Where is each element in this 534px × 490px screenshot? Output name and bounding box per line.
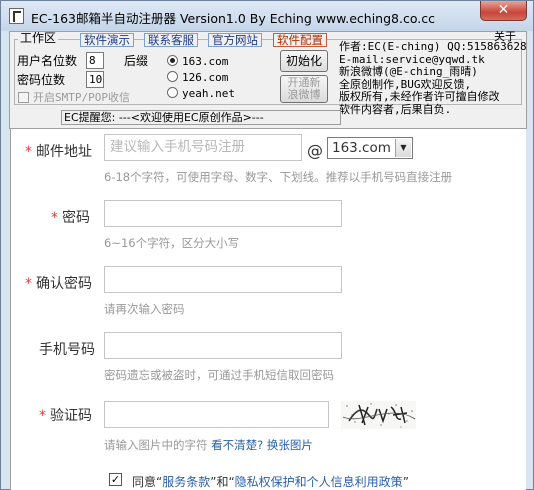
phone-label: 手机号码 bbox=[39, 342, 95, 358]
captcha-input[interactable] bbox=[104, 401, 329, 428]
username-digits-label: 用户名位数 bbox=[17, 54, 78, 68]
smtp-checkbox[interactable] bbox=[18, 92, 29, 103]
suffix-option-126: 126.com bbox=[182, 71, 229, 84]
agreement-text: 同意“服务条款”和“隐私权保护和个人信息利用政策” bbox=[132, 473, 409, 490]
password-hint: 6~16个字符，区分大小写 bbox=[104, 236, 240, 250]
weibo-button[interactable]: 开通新 浪微博 bbox=[280, 75, 328, 103]
suffix-radio-yeah[interactable] bbox=[167, 87, 178, 98]
email-label-text: 邮件地址 bbox=[36, 144, 92, 160]
suffix-label: 后缀 bbox=[124, 54, 149, 68]
confirm-password-label-text: 确认密码 bbox=[36, 276, 92, 292]
captcha-unclear-link[interactable]: 看不清楚? bbox=[211, 438, 263, 452]
tab-software-config[interactable]: 软件配置 bbox=[273, 33, 327, 47]
password-label-text: 密码 bbox=[62, 210, 90, 226]
info-line: 新浪微博(@E-ching_雨晴) bbox=[339, 65, 478, 79]
captcha-change-link[interactable]: 换张图片 bbox=[267, 438, 313, 452]
captcha-image[interactable] bbox=[341, 401, 416, 429]
email-label: * 邮件地址 bbox=[25, 141, 92, 161]
info-line: 软件内容者,后果自负. bbox=[339, 102, 452, 116]
title-bar[interactable]: EC-163邮箱半自动注册器 Version1.0 By Eching www.… bbox=[1, 1, 533, 31]
suffix-radio-163[interactable] bbox=[167, 55, 178, 66]
chevron-down-icon[interactable]: ▼ bbox=[395, 139, 411, 157]
info-line: 作者:EC(E-ching) QQ:515863628 bbox=[339, 40, 527, 53]
password-digits-input[interactable]: 10 bbox=[86, 71, 104, 88]
app-icon bbox=[9, 8, 24, 24]
phone-hint: 密码遗忘或被盗时，可通过手机短信取回密码 bbox=[104, 368, 334, 382]
required-mark: * bbox=[25, 276, 32, 292]
required-mark: * bbox=[39, 408, 46, 424]
author-info: 作者:EC(E-ching) QQ:515863628 E-mail:servi… bbox=[339, 40, 527, 117]
at-sign: @ bbox=[307, 141, 323, 160]
password-digits-label: 密码位数 bbox=[17, 73, 66, 87]
tab-contact-support[interactable]: 联系客服 bbox=[144, 33, 198, 47]
suffix-option-163: 163.com bbox=[182, 55, 229, 68]
username-digits-input[interactable]: 8 bbox=[86, 52, 104, 69]
notice-bar: EC提醒您: ---<欢迎使用EC原创作品>--- bbox=[61, 110, 341, 125]
agreement-prefix: 同意“ bbox=[132, 475, 163, 489]
confirm-password-input[interactable] bbox=[104, 266, 342, 293]
app-window: EC-163邮箱半自动注册器 Version1.0 By Eching www.… bbox=[0, 0, 534, 490]
weibo-button-line2: 浪微博 bbox=[287, 88, 321, 101]
email-domain-select[interactable]: 163.com ▼ bbox=[327, 137, 413, 159]
captcha-label: * 验证码 bbox=[39, 405, 92, 425]
terms-link[interactable]: 服务条款 bbox=[162, 475, 210, 489]
suffix-option-yeah: yeah.net bbox=[182, 87, 235, 100]
tab-software-demo[interactable]: 软件演示 bbox=[80, 33, 134, 47]
agreement-checkbox[interactable]: ✓ bbox=[109, 473, 122, 486]
password-input[interactable] bbox=[104, 200, 342, 227]
password-label: * 密码 bbox=[51, 207, 90, 227]
window-title: EC-163邮箱半自动注册器 Version1.0 By Eching www.… bbox=[31, 11, 435, 26]
workspace-group-title: 工作区 bbox=[18, 31, 59, 45]
init-button[interactable]: 初始化 bbox=[280, 50, 328, 72]
required-mark: * bbox=[25, 144, 32, 160]
suffix-radio-126[interactable] bbox=[167, 71, 178, 82]
captcha-label-text: 验证码 bbox=[50, 408, 92, 424]
agreement-suffix: ” bbox=[402, 475, 409, 489]
email-hint: 6-18个字符，可使用字母、数字、下划线。推荐以手机号码直接注册 bbox=[104, 170, 453, 184]
required-mark: * bbox=[51, 210, 58, 226]
tab-official-site[interactable]: 官方网站 bbox=[208, 33, 262, 47]
registration-form: * 邮件地址 建议输入手机号码注册 @ 163.com ▼ 6-18个字符，可使用… bbox=[10, 129, 526, 490]
captcha-hint-text: 请输入图片中的字符 bbox=[104, 438, 208, 452]
agreement-middle: ”和“ bbox=[210, 475, 235, 489]
control-panel: 工作区 软件演示 联系客服 官方网站 软件配置 关于 用户名位数 8 密码位数 … bbox=[9, 30, 527, 129]
email-input[interactable]: 建议输入手机号码注册 bbox=[104, 134, 302, 161]
smtp-checkbox-label: 开启SMTP/POP收信 bbox=[33, 91, 130, 104]
confirm-password-label: * 确认密码 bbox=[25, 273, 92, 293]
close-button[interactable]: ✕ bbox=[480, 1, 527, 21]
captcha-hint: 请输入图片中的字符 看不清楚? 换张图片 bbox=[104, 437, 313, 453]
phone-input[interactable] bbox=[104, 332, 342, 359]
privacy-link[interactable]: 隐私权保护和个人信息利用政策 bbox=[235, 475, 403, 489]
email-domain-value: 163.com bbox=[332, 140, 391, 156]
confirm-password-hint: 请再次输入密码 bbox=[104, 302, 185, 316]
